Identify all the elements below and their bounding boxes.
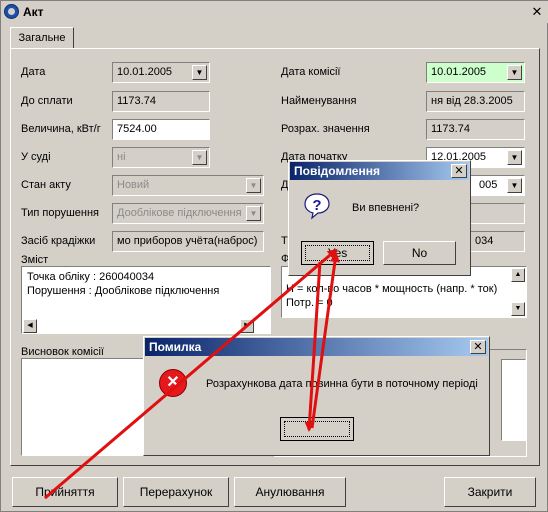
arrow-to-yes [44,248,338,500]
annotation-overlay [44,248,340,500]
